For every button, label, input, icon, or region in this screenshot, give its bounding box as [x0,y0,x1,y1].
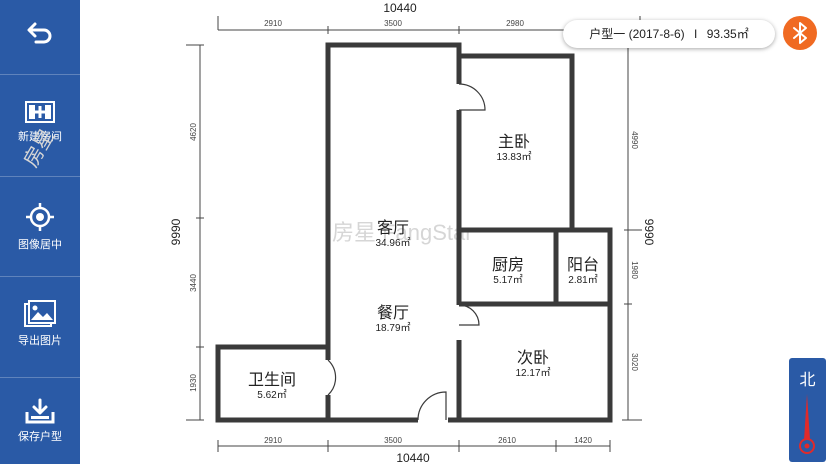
left-segment-dimension: 4620 [189,123,198,141]
bottom-segment-dimension: 2910 [264,436,282,445]
bluetooth-button[interactable] [783,16,817,50]
top-segment-dimension: 2980 [506,19,524,28]
room-area: 18.79㎡ [375,322,410,334]
room-name: 客厅 [377,219,409,237]
room-area: 34.96㎡ [375,237,410,249]
room-name: 次卧 [517,349,549,367]
room-area: 5.17㎡ [493,274,522,286]
compass[interactable]: 北 [789,358,826,462]
bottom-segment-dimension: 1420 [574,436,592,445]
room-second-bedroom[interactable]: 次卧 12.17㎡ [515,349,550,379]
room-living[interactable]: 客厅 34.96㎡ [375,219,410,249]
left-segment-dimension: 3440 [189,274,198,292]
room-kitchen[interactable]: 厨房 5.17㎡ [492,256,524,286]
room-name: 主卧 [498,133,530,151]
bottom-total-dimension: 10440 [396,451,430,464]
watermark: 房星 [19,125,59,171]
room-bathroom[interactable]: 卫生间 5.62㎡ [248,371,296,401]
room-name: 厨房 [492,256,524,274]
right-segment-dimension: 3020 [630,353,639,371]
right-segment-dimension: 1980 [630,261,639,279]
layout-name: 户型一 [589,27,626,41]
room-name: 阳台 [567,256,599,274]
room-area: 5.62㎡ [257,389,286,401]
bottom-segment-dimension: 3500 [384,436,402,445]
room-name: 餐厅 [377,304,409,322]
bluetooth-icon [793,22,807,44]
room-balcony[interactable]: 阳台 2.81㎡ [567,256,599,286]
bottom-segment-dimension: 2610 [498,436,516,445]
room-area: 12.17㎡ [515,367,550,379]
left-total-dimension: 9990 [169,218,183,245]
layout-date: (2017-8-6) [628,27,685,41]
north-label: 北 [799,372,816,389]
layout-info-badge[interactable]: 户型一 (2017-8-6) I 93.35㎡ [563,20,775,48]
room-area: 13.83㎡ [496,151,531,163]
right-segment-dimension: 4990 [630,131,639,149]
room-dining[interactable]: 餐厅 18.79㎡ [375,304,410,334]
left-dimension [186,44,204,421]
badge-separator: I [694,27,698,41]
compass-needle-icon [799,394,815,454]
floor-plan: 房星 FangStar 房星 10440 2910 3500 2980 2910… [19,1,656,464]
left-segment-dimension: 1930 [189,374,198,392]
room-area: 2.81㎡ [568,274,597,286]
layout-total-area: 93.35㎡ [706,27,749,41]
room-master-bedroom[interactable]: 主卧 13.83㎡ [496,133,531,163]
room-name: 卫生间 [248,371,296,389]
right-total-dimension: 9990 [642,219,656,246]
top-segment-dimension: 3500 [384,19,402,28]
top-segment-dimension: 2910 [264,19,282,28]
top-total-dimension: 10440 [383,1,417,15]
